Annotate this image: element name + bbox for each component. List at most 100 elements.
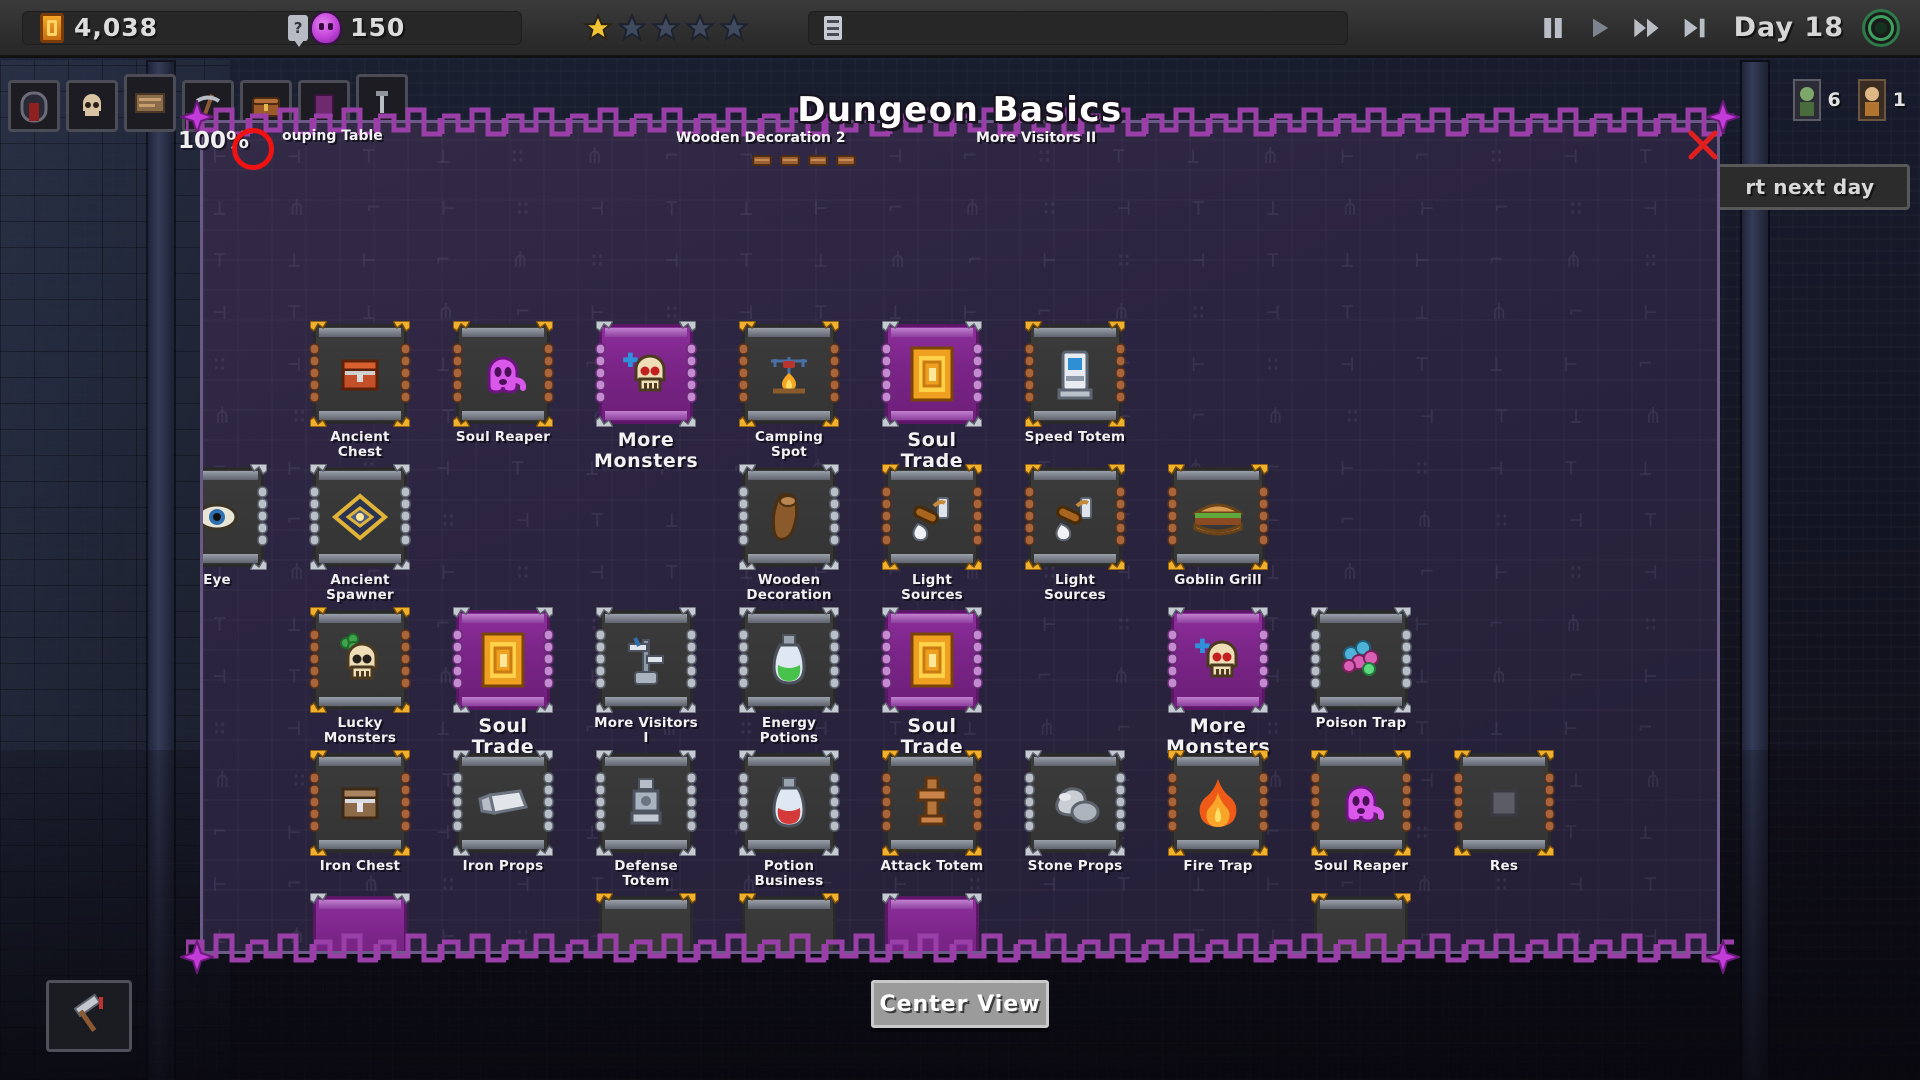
tech-node[interactable]: Iron Props [451,749,555,874]
tech-node[interactable]: Soul Reaper [1309,749,1413,874]
green-spiral-icon[interactable] [1862,8,1900,47]
card-corner-bracket-icon [1392,698,1412,714]
tech-node-card[interactable] [1310,606,1412,714]
wood-plank-icon [780,155,800,166]
tech-node-card[interactable] [738,749,840,857]
hammer-tool-slot[interactable] [46,980,132,1052]
fast-forward-icon[interactable] [1632,14,1662,42]
tech-node-card[interactable] [1024,749,1126,857]
card-top-bar [1320,900,1402,909]
tech-node[interactable]: Attack Totem [880,749,984,874]
tech-node-label: Iron Props [462,858,544,874]
tech-node-card[interactable] [595,320,697,428]
tech-node-card[interactable] [309,606,411,714]
tech-node[interactable]: Defense Totem [594,749,698,889]
tech-node-card[interactable] [595,749,697,857]
card-corner-bracket-icon [820,412,840,428]
tech-node[interactable]: Camping Spot [737,320,841,460]
tech-node-card[interactable] [1167,606,1269,714]
iron-chest-icon [313,776,407,830]
tech-node[interactable]: More Monsters [1166,606,1270,758]
tech-node[interactable]: Speed Totem [1023,320,1127,445]
tech-node-card[interactable] [881,320,983,428]
hero-portrait-icon [1857,79,1886,121]
card-corner-bracket-icon [391,749,411,765]
tech-node-card[interactable] [881,463,983,571]
tech-node-card[interactable] [881,606,983,714]
card-corner-bracket-icon [1024,463,1044,479]
card-corner-bracket-icon [1249,606,1269,622]
hero-counter[interactable]: 1 [1857,78,1906,122]
question-bubble-icon[interactable]: ? [288,14,309,47]
tech-node[interactable]: Iron Chest [308,749,412,874]
tech-node-card[interactable] [738,463,840,571]
card-corner-bracket-icon [738,463,758,479]
tech-node-card[interactable] [452,749,554,857]
card-bottom-bar [891,697,973,706]
card-corner-bracket-icon [738,892,758,908]
tech-node[interactable]: More Visitors I [594,606,698,746]
step-icon[interactable] [1680,14,1708,42]
tech-node-card[interactable] [881,749,983,857]
build-slot-skull[interactable] [66,80,118,132]
tech-node-card[interactable] [452,320,554,428]
tech-node[interactable]: More Monsters [594,320,698,472]
tech-node-card[interactable] [1453,749,1555,857]
monster-counter[interactable]: 6 [1792,78,1841,122]
build-slot-arch-gate[interactable] [8,80,60,132]
tech-node[interactable]: Soul Reaper [451,320,555,445]
tech-node[interactable]: Soul Trade [880,320,984,472]
tech-node-card[interactable] [1024,320,1126,428]
tech-node-card[interactable] [738,320,840,428]
card-corner-bracket-icon [391,412,411,428]
tech-node[interactable]: Potion Business [737,749,841,889]
tech-node-card[interactable] [309,749,411,857]
card-corner-bracket-icon [595,320,615,336]
card-corner-bracket-icon [1310,892,1330,908]
tech-node[interactable]: Soul Trade [880,606,984,758]
card-corner-bracket-icon [248,555,268,571]
tech-node[interactable]: Light Sources [880,463,984,603]
pause-icon[interactable] [1538,13,1568,43]
quest-book-icon[interactable] [824,15,842,40]
card-corner-bracket-icon [820,749,840,765]
tech-node-card[interactable] [1310,749,1412,857]
tech-node[interactable]: Soul Trade [451,606,555,758]
tech-node-card[interactable] [309,463,411,571]
tech-node[interactable]: Goblin Grill [1166,463,1270,588]
tech-node[interactable]: Light Sources [1023,463,1127,603]
card-corner-bracket-icon [820,606,840,622]
play-icon[interactable] [1586,14,1614,42]
tech-node[interactable]: Lucky Monsters [308,606,412,746]
tech-node-card[interactable] [1167,749,1269,857]
card-corner-bracket-icon [1392,749,1412,765]
tech-node-card[interactable] [738,606,840,714]
start-next-day-button[interactable]: rt next day [1710,164,1910,210]
tech-node-card[interactable] [309,320,411,428]
tech-node[interactable]: Fire Trap [1166,749,1270,874]
tech-node[interactable]: Stone Props [1023,749,1127,874]
tech-node[interactable]: Eye [203,463,269,588]
tech-node[interactable]: Energy Potions [737,606,841,746]
tech-node[interactable]: Res [1452,749,1556,874]
tech-node[interactable]: Ancient Chest [308,320,412,460]
card-corner-bracket-icon [963,749,983,765]
tech-node-card[interactable] [595,606,697,714]
card-corner-bracket-icon [534,698,554,714]
center-view-button[interactable]: Center View [871,980,1049,1028]
build-slot-scroll[interactable] [124,74,176,132]
card-corner-bracket-icon [820,841,840,857]
tech-node-card[interactable] [1024,463,1126,571]
card-top-bar [319,471,401,480]
card-bottom-bar [319,554,401,563]
gold-amount: 4,038 [74,13,159,42]
tech-node-card[interactable] [203,463,268,571]
tech-node-card[interactable] [452,606,554,714]
tech-node-label: Stone Props [1027,858,1123,874]
start-next-day-label: rt next day [1745,175,1875,199]
close-x-icon[interactable] [1686,128,1720,162]
tech-node[interactable]: Poison Trap [1309,606,1413,731]
tech-node[interactable]: Wooden Decoration [737,463,841,603]
tech-node-card[interactable] [1167,463,1269,571]
tech-node[interactable]: Ancient Spawner [308,463,412,603]
